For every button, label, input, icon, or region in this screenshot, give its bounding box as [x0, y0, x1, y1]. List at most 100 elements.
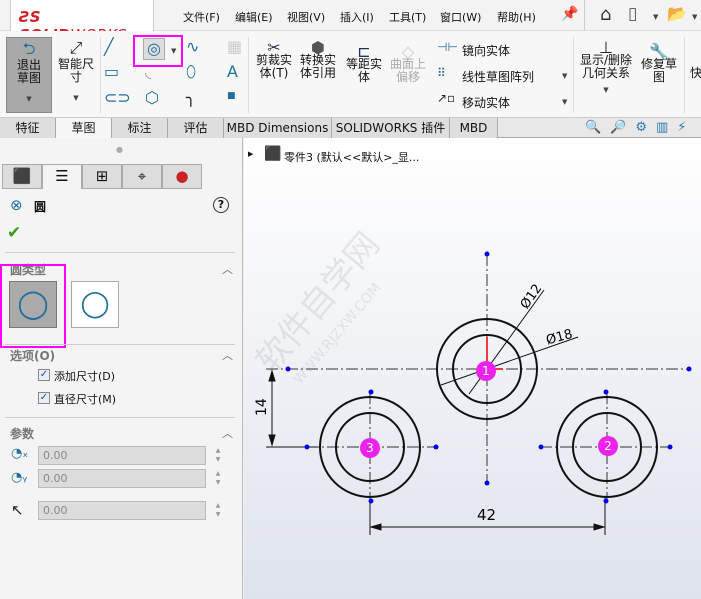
menu-view[interactable]: 视图(V) [287, 9, 325, 25]
plane-icon[interactable]: ▦ [227, 37, 242, 56]
ok-checkmark-button[interactable]: ✔ [7, 223, 21, 243]
menu-insert[interactable]: 插入(I) [340, 9, 374, 25]
collapse-chevron-icon[interactable]: ︿ [222, 347, 233, 363]
add-dimensions-checkbox[interactable]: ✓ [38, 369, 50, 381]
mirror-entities-button[interactable]: 镜向实体 [462, 42, 510, 59]
tab-feature-manager[interactable]: ⬛ [2, 164, 42, 189]
exit-sketch-icon: ⮌ [22, 39, 36, 58]
repair-label: 修复草图 [640, 57, 677, 84]
diameter-dimension-label: 直径尺寸(M) [54, 393, 117, 406]
move-entities-button[interactable]: 移动实体 [462, 94, 510, 111]
tab-markup[interactable]: 标注 [112, 118, 168, 138]
tab-display-manager[interactable]: ● [162, 164, 202, 189]
view-toolbar-icons[interactable]: 🔍🔎⚙▥⚡ [585, 120, 695, 135]
rectangle-icon[interactable]: ▭ [104, 62, 119, 81]
chevron-down-icon[interactable]: ▼ [54, 92, 98, 105]
chevron-down-icon[interactable]: ▼ [578, 84, 634, 97]
options-heading: 选项(O) [10, 349, 56, 363]
line-icon[interactable]: ╱ [104, 37, 114, 56]
part-icon: ⬛ [264, 146, 282, 162]
relations-label: 显示/删除几何关系 [579, 53, 633, 80]
feature-tree-part-label[interactable]: 零件3 (默认<<默认>_显... [284, 149, 419, 165]
point-icon[interactable]: ■ [227, 91, 236, 101]
center-x-spinner[interactable]: ▲ ▼ [211, 446, 225, 465]
surface-offset-label: 曲面上偏移 [389, 57, 426, 84]
center-y-icon: ◔ᵧ [11, 470, 28, 485]
repair-sketch-button[interactable]: 🔧 修复草图 [638, 44, 680, 84]
chevron-down-icon[interactable]: ▼ [562, 98, 567, 106]
arc-icon[interactable]: ◟ [145, 62, 151, 81]
center-circle-button[interactable]: ◯ [9, 281, 57, 328]
tab-features[interactable]: 特征 [0, 118, 56, 138]
tab-property-manager[interactable]: ☰ [42, 164, 82, 189]
fillet-icon[interactable]: ╮ [186, 88, 196, 107]
menu-help[interactable]: 帮助(H) [497, 9, 536, 25]
home-icon[interactable]: ⌂ [600, 4, 611, 25]
add-dimensions-label: 添加尺寸(D) [54, 370, 116, 383]
new-document-icon[interactable]: ▯ [628, 4, 637, 24]
solidworks-logo[interactable]: ƧS SOLIDWORKS [10, 0, 154, 44]
open-folder-icon[interactable]: 📂 [667, 4, 687, 23]
center-x-icon: ◔ₓ [11, 446, 29, 461]
chevron-down-icon[interactable]: ▼ [653, 13, 658, 21]
tab-sketch[interactable]: 草图 [56, 118, 112, 138]
divider [5, 417, 235, 418]
radius-spinner[interactable]: ▲ ▼ [211, 501, 225, 520]
perimeter-circle-button[interactable]: ◯ [71, 281, 119, 328]
tab-dimxpert[interactable]: ⌖ [122, 164, 162, 189]
divider [248, 37, 249, 113]
text-icon[interactable]: A [227, 62, 238, 81]
menu-tools[interactable]: 工具(T) [389, 9, 426, 25]
smart-dimension-button[interactable]: ⤢ 智能尺寸 ▼ [54, 37, 98, 113]
chevron-down-icon[interactable]: ▼ [562, 72, 567, 80]
linear-pattern-icon: ⠿ [437, 66, 446, 80]
quick-snaps-button[interactable]: 快 [690, 64, 701, 81]
divider [5, 344, 235, 345]
collapse-chevron-icon[interactable]: ︿ [222, 425, 233, 441]
splitter-handle[interactable]: ● [116, 145, 123, 154]
center-x-input[interactable]: 0.00 [38, 446, 206, 465]
circle-icon: ⊗ [10, 196, 23, 214]
chevron-down-icon[interactable]: ▼ [7, 93, 51, 106]
collapse-chevron-icon[interactable]: ︿ [222, 261, 233, 277]
tab-mbd-dimensions[interactable]: MBD Dimensions [224, 118, 332, 138]
slot-icon[interactable]: ⊂⊃ [104, 88, 131, 107]
ellipse-icon[interactable]: ⬯ [186, 62, 196, 82]
panel-title: 圆 [34, 200, 47, 214]
menu-file[interactable]: 文件(F) [183, 9, 220, 25]
linear-pattern-button[interactable]: 线性草图阵列 [462, 68, 534, 85]
chevron-down-icon[interactable]: ▼ [692, 13, 697, 21]
center-y-spinner[interactable]: ▲ ▼ [211, 469, 225, 488]
display-relations-button[interactable]: ⊥ 显示/删除几何关系 ▼ [578, 40, 634, 97]
graphics-area[interactable]: ▶ ⬛ 零件3 (默认<<默认>_显... [244, 138, 701, 599]
property-manager: ● ⬛ ☰ ⊞ ⌖ ● ⊗ 圆 ? ✔ 圆类型 ︿ ◯ ◯ 选项(O) ︿ ✓ … [0, 138, 243, 599]
tab-mbd[interactable]: MBD [450, 118, 498, 138]
pin-icon[interactable]: 📌 [561, 6, 578, 22]
expand-tree-arrow-icon[interactable]: ▶ [248, 150, 253, 158]
trim-entities-button[interactable]: ✂ 剪裁实体(T) [254, 40, 294, 80]
menu-edit[interactable]: 编辑(E) [235, 9, 273, 25]
convert-entities-button[interactable]: ⬢ 转换实体引用 [298, 40, 338, 80]
chevron-down-icon[interactable]: ▼ [171, 47, 176, 55]
help-button[interactable]: ? [213, 197, 229, 213]
spline-icon[interactable]: ∿ [186, 37, 199, 56]
smart-dimension-icon: ⤢ [69, 38, 83, 57]
command-manager: ⮌ 退出草图 ▼ ⤢ 智能尺寸 ▼ ╱ ▭ ⊂⊃ ◎ ▼ ◟ ⬡ ∿ ⬯ ╮ ▦… [0, 31, 701, 118]
center-y-input[interactable]: 0.00 [38, 469, 206, 488]
tab-solidworks-addins[interactable]: SOLIDWORKS 插件 [332, 118, 450, 138]
radius-input[interactable]: 0.00 [38, 501, 206, 520]
circle-tool-icon[interactable]: ◎ [143, 38, 165, 60]
command-tabs: 特征 草图 标注 评估 MBD Dimensions SOLIDWORKS 插件… [0, 118, 701, 138]
menu-window[interactable]: 窗口(W) [440, 9, 481, 25]
tab-evaluate[interactable]: 评估 [168, 118, 224, 138]
polygon-icon[interactable]: ⬡ [145, 88, 159, 107]
divider [573, 37, 574, 113]
tab-configuration-manager[interactable]: ⊞ [82, 164, 122, 189]
divider [684, 37, 685, 113]
trim-label: 剪裁实体(T) [255, 53, 292, 80]
exit-sketch-button[interactable]: ⮌ 退出草图 ▼ [6, 37, 52, 113]
diameter-dimension-checkbox[interactable]: ✓ [38, 392, 50, 404]
surface-offset-button[interactable]: ◇ 曲面上偏移 [388, 44, 428, 84]
offset-entities-button[interactable]: ⊏ 等距实体 [344, 44, 384, 84]
offset-label: 等距实体 [345, 57, 382, 84]
